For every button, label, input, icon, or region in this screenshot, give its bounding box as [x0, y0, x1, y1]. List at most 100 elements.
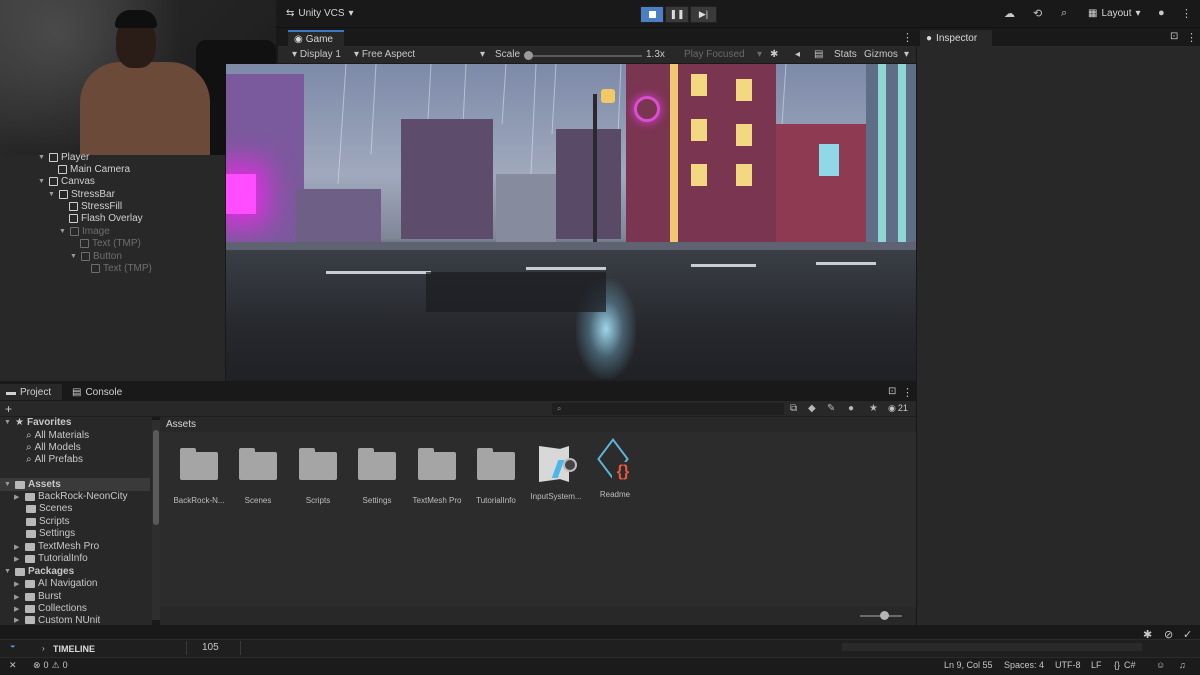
hierarchy-item[interactable]: Text (TMP) — [91, 263, 152, 274]
hierarchy-item[interactable]: Text (TMP) — [80, 238, 141, 249]
tree-item[interactable]: ⌕ All Models — [26, 442, 81, 453]
asset-readme[interactable]: {} Readme — [585, 438, 645, 499]
folder-icon — [25, 604, 35, 613]
gizmos-button[interactable]: Gizmos — [864, 49, 898, 60]
cloud-icon[interactable]: ☁ — [1004, 7, 1015, 20]
hierarchy-item[interactable]: ▼ Button — [70, 251, 122, 262]
lock-icon[interactable]: ⊡ — [1170, 31, 1178, 42]
problems-indicator[interactable]: ⊗ 0 ⚠ 0 — [33, 660, 68, 671]
folder-icon — [26, 517, 36, 526]
play-mode-dropdown[interactable]: Play Focused — [684, 49, 745, 60]
filter-label-icon[interactable]: ◆ — [808, 403, 816, 414]
language-mode[interactable]: {} C# — [1114, 660, 1136, 670]
tree-item[interactable]: ▶ TextMesh Pro — [14, 541, 99, 552]
tab-inspector[interactable]: ● Inspector — [920, 30, 992, 46]
copilot-icon[interactable]: ☺ — [1156, 660, 1165, 670]
timeline-scrollbar[interactable] — [842, 643, 1142, 651]
chevron-down-icon[interactable]: ▾ — [480, 49, 485, 60]
tree-item-packages[interactable]: ▼ Packages — [4, 566, 74, 577]
scale-label: Scale — [495, 49, 521, 60]
asset-folder[interactable]: Scripts — [288, 440, 348, 505]
tree-item[interactable]: ▶ AI Navigation — [14, 578, 97, 589]
history-icon[interactable]: ⟲ — [1033, 7, 1042, 20]
step-button[interactable]: ▶| — [690, 6, 717, 23]
lock-icon[interactable]: ⊡ — [888, 386, 896, 397]
scale-slider-handle[interactable] — [524, 51, 533, 60]
tree-item[interactable]: ▶ BackRock-NeonCity — [14, 491, 127, 502]
tree-scrollbar-thumb[interactable] — [153, 430, 159, 525]
eye-icon: ◉ — [888, 403, 896, 413]
notification-icon[interactable]: ◒ — [10, 640, 15, 650]
chevron-down-icon[interactable]: ▾ — [904, 49, 909, 60]
play-button[interactable] — [640, 6, 664, 23]
tree-item[interactable]: Scenes — [26, 503, 72, 514]
indentation[interactable]: Spaces: 4 — [1004, 660, 1044, 670]
clear-icon[interactable]: ⊘ — [1164, 628, 1173, 641]
hierarchy-item[interactable]: StressFill — [69, 201, 122, 212]
asset-folder[interactable]: TutorialInfo — [466, 440, 526, 505]
hierarchy-item[interactable]: Flash Overlay — [69, 213, 143, 224]
tree-item[interactable]: Scripts — [26, 516, 70, 527]
vcs-button[interactable]: ⇆ Unity VCS ▾ — [286, 8, 354, 19]
tree-item[interactable]: ▶ Burst — [14, 591, 61, 602]
tree-item-assets[interactable]: ▼ Assets — [0, 478, 150, 491]
icon-size-slider-handle[interactable] — [880, 611, 889, 620]
project-search-input[interactable]: ⌕ — [552, 403, 784, 415]
asset-folder[interactable]: Scenes — [228, 440, 288, 505]
bell-icon[interactable]: ♫ — [1179, 660, 1186, 670]
more-options-icon[interactable]: ⋮ — [1186, 31, 1197, 44]
hierarchy-item[interactable]: Main Camera — [58, 164, 130, 175]
hierarchy-item[interactable]: ▼ Player — [38, 152, 89, 163]
line-ending[interactable]: LF — [1091, 660, 1102, 670]
cursor-position[interactable]: Ln 9, Col 55 — [944, 660, 993, 670]
tree-item[interactable]: ▶ Collections — [14, 603, 87, 614]
tab-game[interactable]: ◉ Game — [288, 30, 344, 46]
scale-slider[interactable] — [527, 55, 642, 57]
hierarchy-item[interactable]: ▼ Image — [59, 226, 110, 237]
tree-item[interactable]: ⌕ All Materials — [26, 430, 89, 441]
display-dropdown[interactable]: ▾ Display 1 — [292, 49, 341, 60]
aspect-dropdown[interactable]: ▾ Free Aspect — [354, 49, 415, 60]
more-options-icon[interactable]: ⋮ — [902, 31, 913, 44]
tab-console[interactable]: ▤ Console — [66, 384, 128, 400]
timeline-label[interactable]: TIMELINE — [53, 644, 95, 654]
mute-icon[interactable]: ◂ — [795, 49, 800, 60]
more-options-icon[interactable]: ⋮ — [902, 386, 913, 399]
encoding[interactable]: UTF-8 — [1055, 660, 1081, 670]
asset-folder[interactable]: BackRock-N... — [169, 440, 229, 505]
grid-icon[interactable]: ▤ — [814, 49, 823, 60]
filter-type-icon[interactable]: ⧉ — [790, 403, 797, 414]
account-icon[interactable]: ⋮ — [1181, 7, 1192, 20]
search-icon[interactable]: ⌕ — [1061, 7, 1067, 20]
pause-button[interactable]: ❚❚ — [665, 6, 689, 23]
tree-item[interactable]: Settings — [26, 528, 75, 539]
tab-project[interactable]: ▬ Project — [0, 384, 62, 400]
debug-icon[interactable]: ✱ — [1143, 628, 1152, 641]
braces-icon: {} — [1114, 660, 1121, 670]
layout-dropdown[interactable]: ▦ Layout ▾ — [1088, 8, 1141, 19]
game-viewport[interactable] — [226, 64, 916, 381]
chevron-right-icon[interactable]: › — [42, 644, 45, 653]
tree-item[interactable]: ▶ Custom NUnit — [14, 615, 100, 625]
hidden-packages-toggle[interactable]: ◉ 21 — [888, 403, 908, 414]
add-icon[interactable]: + — [5, 402, 12, 416]
tree-item[interactable]: ⌕ All Prefabs — [26, 454, 83, 465]
remote-icon[interactable]: ✕ — [9, 660, 17, 671]
hierarchy-item[interactable]: ▼ Canvas — [38, 176, 95, 187]
tree-item[interactable]: ▶ TutorialInfo — [14, 553, 88, 564]
layout-label: Layout — [1101, 8, 1132, 19]
tree-item-favorites[interactable]: ▼ ★ Favorites — [4, 417, 71, 428]
star-icon[interactable]: ★ — [869, 403, 878, 414]
bug-icon[interactable]: ✱ — [770, 49, 778, 60]
stats-button[interactable]: Stats — [834, 49, 857, 60]
asset-folder[interactable]: TextMesh Pro — [407, 440, 467, 505]
asset-folder[interactable]: Settings — [347, 440, 407, 505]
asset-input-actions[interactable]: InputSystem... — [526, 440, 586, 501]
assets-breadcrumb[interactable]: Assets — [160, 417, 916, 432]
check-icon[interactable]: ✓ — [1183, 628, 1192, 641]
tag-icon[interactable]: ✎ — [827, 403, 835, 414]
visibility-icon[interactable]: ● — [848, 403, 854, 414]
help-icon[interactable]: ● — [1158, 7, 1165, 19]
chevron-down-icon[interactable]: ▾ — [757, 49, 762, 60]
hierarchy-item[interactable]: ▼ StressBar — [48, 189, 115, 200]
